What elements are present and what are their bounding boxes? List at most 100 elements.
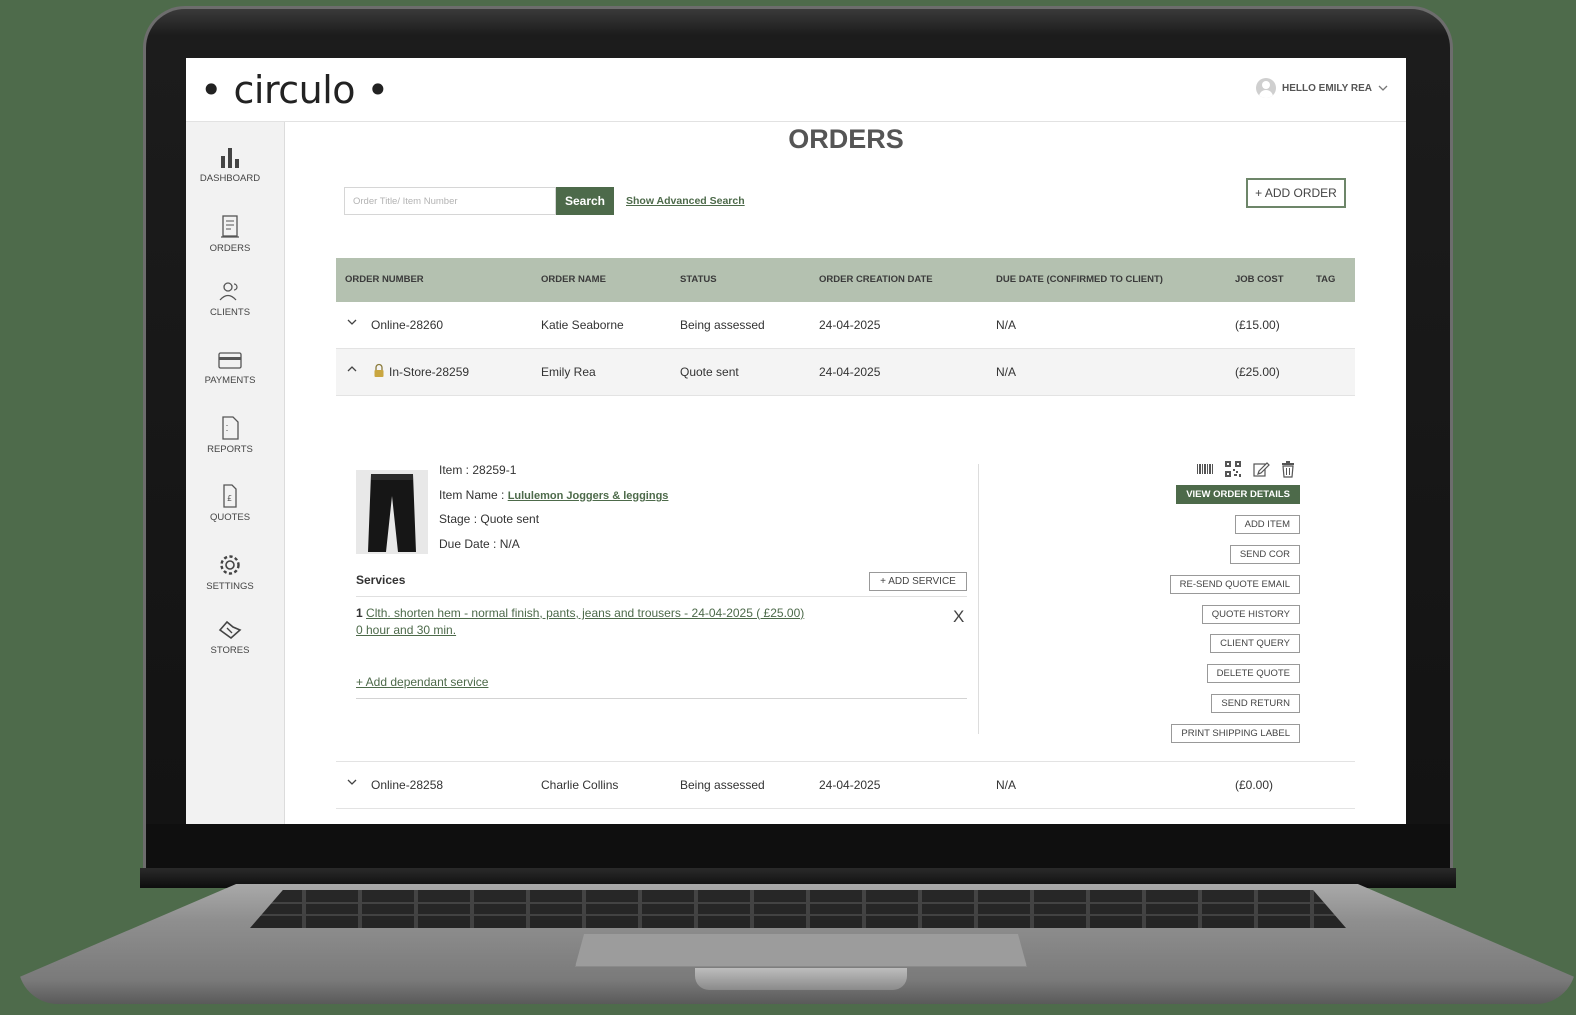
sidebar-item-quotes[interactable]: £ QUOTES <box>186 483 274 523</box>
order-cost: (£25.00) <box>1235 365 1280 379</box>
order-number[interactable]: Online-28260 <box>371 318 443 332</box>
leggings-image <box>356 470 428 554</box>
item-thumbnail[interactable] <box>356 470 428 554</box>
sidebar-item-label: SETTINGS <box>206 581 254 592</box>
add-service-button[interactable]: + ADD SERVICE <box>869 572 967 591</box>
chevron-up-icon[interactable] <box>346 363 358 375</box>
divider <box>356 698 967 699</box>
chevron-down-icon <box>1378 85 1388 91</box>
item-name-label: Item Name : <box>439 488 508 502</box>
bar-chart-icon <box>221 148 239 168</box>
item-due-date: Due Date : N/A <box>439 537 520 551</box>
sidebar-item-label: DASHBOARD <box>199 173 261 184</box>
advanced-search-link[interactable]: Show Advanced Search <box>626 195 745 207</box>
order-name: Charlie Collins <box>541 778 619 792</box>
sidebar-item-dashboard[interactable]: DASHBOARD <box>186 144 274 184</box>
logo[interactable]: • circulo • <box>200 68 389 112</box>
avatar-icon <box>1255 78 1276 98</box>
sidebar-item-label: REPORTS <box>207 444 253 455</box>
order-due: N/A <box>996 365 1017 379</box>
order-number[interactable]: In-Store-28259 <box>389 365 469 379</box>
order-created: 24-04-2025 <box>819 318 881 332</box>
order-cost: (£0.00) <box>1235 778 1274 792</box>
column-header[interactable]: ORDER NAME <box>541 274 606 285</box>
column-header[interactable]: JOB COST <box>1235 274 1284 285</box>
laptop-trackpad <box>575 934 1027 967</box>
search-input[interactable] <box>344 187 556 215</box>
panel-divider <box>978 464 979 734</box>
order-due: N/A <box>996 778 1017 792</box>
print-shipping-label-button[interactable]: PRINT SHIPPING LABEL <box>1171 724 1300 743</box>
table-row[interactable]: In-Store-28259 Emily Rea Quote sent 24-0… <box>336 349 1355 396</box>
order-cost: (£15.00) <box>1235 318 1280 332</box>
sidebar-item-settings[interactable]: SETTINGS <box>186 552 274 592</box>
table-row[interactable]: Online-28260 Katie Seaborne Being assess… <box>336 302 1355 349</box>
order-name: Katie Seaborne <box>541 318 624 332</box>
send-cor-button[interactable]: SEND COR <box>1229 545 1300 564</box>
add-item-button[interactable]: ADD ITEM <box>1234 515 1300 534</box>
order-status: Being assessed <box>680 318 765 332</box>
sidebar-item-clients[interactable]: CLIENTS <box>186 280 274 318</box>
sidebar-item-label: CLIENTS <box>209 307 251 318</box>
order-due: N/A <box>996 318 1017 332</box>
edit-icon[interactable] <box>1252 460 1270 478</box>
orders-table-header: ORDER NUMBER ORDER NAME STATUS ORDER CRE… <box>336 258 1355 302</box>
order-name: Emily Rea <box>541 365 596 379</box>
add-order-button[interactable]: + ADD ORDER <box>1246 178 1346 208</box>
search-button[interactable]: Search <box>556 187 614 215</box>
chevron-down-icon[interactable] <box>346 316 358 328</box>
remove-service-button[interactable]: X <box>953 607 964 627</box>
column-header[interactable]: TAG <box>1316 274 1335 285</box>
sidebar-item-label: ORDERS <box>209 243 251 254</box>
order-detail-panel: Item : 28259-1 Item Name : Lululemon Jog… <box>336 450 1355 762</box>
sidebar-item-orders[interactable]: ORDERS <box>186 214 274 254</box>
service-duration[interactable]: 0 hour and 30 min. <box>356 623 456 637</box>
sidebar-item-label: QUOTES <box>209 512 251 523</box>
order-number[interactable]: Online-28258 <box>371 778 443 792</box>
sidebar-item-reports[interactable]: REPORTS <box>186 415 274 455</box>
order-status: Quote sent <box>680 365 739 379</box>
sidebar-item-label: PAYMENTS <box>204 375 256 386</box>
item-stage: Stage : Quote sent <box>439 512 540 526</box>
service-link[interactable]: Clth. shorten hem - normal finish, pants… <box>366 606 804 620</box>
services-heading: Services <box>356 573 406 587</box>
column-header[interactable]: STATUS <box>680 274 717 285</box>
qr-code-icon[interactable] <box>1224 460 1242 478</box>
add-dependant-service-link[interactable]: + Add dependant service <box>356 675 488 689</box>
delete-quote-button[interactable]: DELETE QUOTE <box>1206 664 1300 683</box>
receipt-icon <box>221 215 239 238</box>
svg-text:£: £ <box>227 494 232 503</box>
sidebar-item-payments[interactable]: PAYMENTS <box>186 348 274 386</box>
send-return-button[interactable]: SEND RETURN <box>1211 694 1300 713</box>
quote-history-button[interactable]: QUOTE HISTORY <box>1201 605 1300 624</box>
barcode-icon[interactable] <box>1196 462 1214 476</box>
sidebar: DASHBOARD ORDERS CLIENTS PAYMENTS REPORT… <box>186 122 285 824</box>
chevron-down-icon[interactable] <box>346 776 358 788</box>
laptop-keyboard <box>250 890 1346 928</box>
item-name-link[interactable]: Lululemon Joggers & leggings <box>508 490 669 502</box>
main-content: ORDERS Search Show Advanced Search + ADD… <box>286 122 1406 824</box>
item-name-line: Item Name : Lululemon Joggers & leggings <box>439 488 668 502</box>
app-screen: • circulo • HELLO EMILY REA DASHBOARD OR… <box>186 58 1406 824</box>
sidebar-item-stores[interactable]: STORES <box>186 618 274 656</box>
order-created: 24-04-2025 <box>819 365 881 379</box>
column-header[interactable]: ORDER CREATION DATE <box>819 274 933 285</box>
sidebar-item-label: STORES <box>210 645 250 656</box>
service-index: 1 <box>356 606 363 620</box>
resend-quote-email-button[interactable]: RE-SEND QUOTE EMAIL <box>1169 575 1300 594</box>
laptop-notch <box>695 968 907 990</box>
column-header[interactable]: ORDER NUMBER <box>345 274 424 285</box>
user-greeting: HELLO EMILY REA <box>1281 82 1372 94</box>
handshake-icon <box>218 620 242 640</box>
lock-icon <box>374 363 384 377</box>
column-header[interactable]: DUE DATE (CONFIRMED TO CLIENT) <box>996 274 1163 285</box>
service-item: 1 Clth. shorten hem - normal finish, pan… <box>356 605 804 639</box>
view-order-details-button[interactable]: VIEW ORDER DETAILS <box>1176 485 1300 504</box>
gear-icon <box>220 555 240 575</box>
client-query-button[interactable]: CLIENT QUERY <box>1210 634 1300 653</box>
user-menu[interactable]: HELLO EMILY REA <box>1255 78 1388 98</box>
table-row[interactable]: Online-28258 Charlie Collins Being asses… <box>336 762 1355 809</box>
item-number: Item : 28259-1 <box>439 463 517 477</box>
document-icon <box>222 416 239 440</box>
trash-icon[interactable] <box>1280 460 1296 478</box>
